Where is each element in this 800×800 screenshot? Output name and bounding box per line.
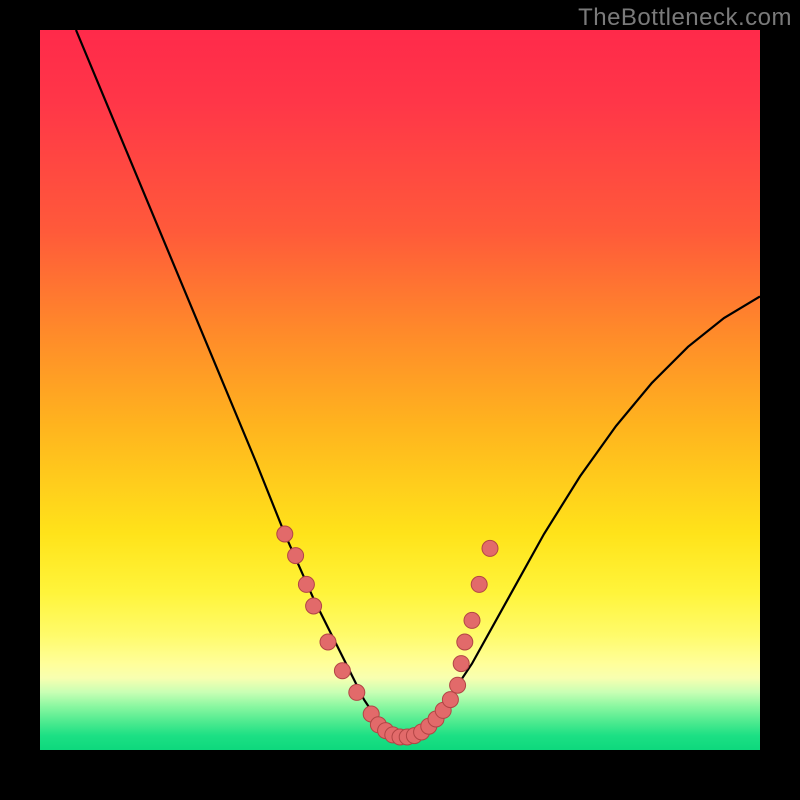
- sample-point: [442, 692, 458, 708]
- sample-point: [482, 540, 498, 556]
- sample-point: [453, 656, 469, 672]
- sample-point: [277, 526, 293, 542]
- sample-point: [471, 576, 487, 592]
- sample-point: [320, 634, 336, 650]
- watermark-label: TheBottleneck.com: [578, 4, 792, 32]
- sample-markers: [277, 526, 498, 745]
- sample-point: [306, 598, 322, 614]
- plot-area: [40, 30, 760, 750]
- sample-point: [298, 576, 314, 592]
- sample-point: [349, 684, 365, 700]
- sample-point: [450, 677, 466, 693]
- bottleneck-curve: [76, 30, 760, 739]
- curve-svg: [40, 30, 760, 750]
- sample-point: [334, 663, 350, 679]
- sample-point: [457, 634, 473, 650]
- sample-point: [288, 548, 304, 564]
- sample-point: [464, 612, 480, 628]
- chart-frame: TheBottleneck.com: [0, 0, 800, 800]
